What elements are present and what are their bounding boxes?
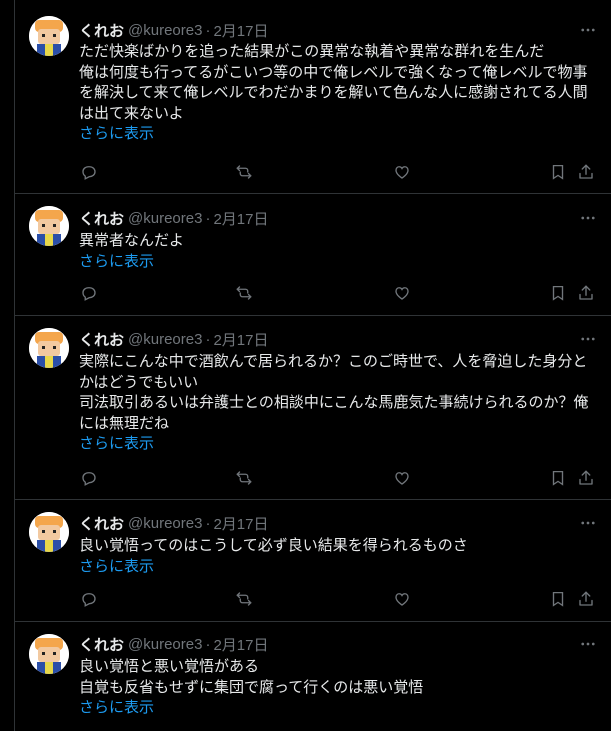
tweet-text-line: かはどうでもいい xyxy=(79,373,199,391)
share-icon[interactable] xyxy=(576,283,596,303)
like-icon[interactable] xyxy=(392,589,412,609)
separator: · xyxy=(205,21,211,39)
bookmark-icon[interactable] xyxy=(548,162,568,182)
share-icon[interactable] xyxy=(576,162,596,182)
tweet-text: 異常者なんだよ さらに表示 xyxy=(79,231,599,272)
tweet-text-line: ただ快楽ばかりを追った結果がこの異常な執着や異常な群れを生んだ xyxy=(79,43,545,60)
user-handle[interactable]: @kureore3 xyxy=(128,22,202,39)
show-more-link[interactable]: さらに表示 xyxy=(79,252,599,273)
avatar[interactable] xyxy=(29,16,69,56)
tweet-text-line: 異常者なんだよ xyxy=(79,232,185,249)
tweet[interactable]: くれお @kureore3 · 2月17日 異常者なんだよ さらに表示 xyxy=(15,194,611,316)
tweet-text-line: 良い覚悟ってのはこうして必ず良い結果を得られるものさ xyxy=(79,537,468,554)
tweet-header: くれお @kureore3 · 2月17日 xyxy=(79,329,268,349)
more-options-icon[interactable] xyxy=(578,208,598,228)
user-handle[interactable]: @kureore3 xyxy=(128,331,202,348)
more-options-icon[interactable] xyxy=(578,513,598,533)
tweet-date[interactable]: 2月17日 xyxy=(213,208,268,229)
show-more-link[interactable]: さらに表示 xyxy=(79,698,599,719)
more-options-icon[interactable] xyxy=(578,634,598,654)
tweet-text-line: 実際にこんな中で酒飲んで居られるか？このご時世で、人を脅迫した身分と xyxy=(79,353,588,370)
tweet-header: くれお @kureore3 · 2月17日 xyxy=(79,513,268,533)
user-handle[interactable]: @kureore3 xyxy=(128,210,202,227)
retweet-icon[interactable] xyxy=(234,283,254,303)
tweet[interactable]: くれお @kureore3 · 2月17日 ただ快楽ばかりを追った結果がこの異常… xyxy=(15,0,611,194)
reply-icon[interactable] xyxy=(79,589,99,609)
bookmark-icon[interactable] xyxy=(548,468,568,488)
tweet-header: くれお @kureore3 · 2月17日 xyxy=(79,634,268,654)
tweet-text-line: 自覚も反省もせずに集団で腐って行くのは悪い覚悟 xyxy=(79,678,424,696)
tweet-text-line: 司法取引あるいは弁護士との相談中にこんな馬鹿気た事続けられるのか？俺 xyxy=(79,394,589,411)
retweet-icon[interactable] xyxy=(234,589,254,609)
tweet-text: ただ快楽ばかりを追った結果がこの異常な執着や異常な群れを生んだ 俺は何度も行って… xyxy=(79,42,599,145)
tweet-text-line: を解決して来て俺レベルでわだかまりを解いて色んな人に感謝されてる人間 xyxy=(79,84,588,101)
tweet-actions xyxy=(79,589,606,609)
tweet-text: 良い覚悟ってのはこうして必ず良い結果を得られるものさ さらに表示 xyxy=(79,536,599,577)
user-handle[interactable]: @kureore3 xyxy=(128,636,202,653)
tweet-header: くれお @kureore3 · 2月17日 xyxy=(79,208,268,228)
like-icon[interactable] xyxy=(392,162,412,182)
tweet-text: 良い覚悟と悪い覚悟がある 自覚も反省もせずに集団で腐って行くのは悪い覚悟 さらに… xyxy=(79,657,599,719)
reply-icon[interactable] xyxy=(79,283,99,303)
bookmark-icon[interactable] xyxy=(548,589,568,609)
tweet-actions xyxy=(79,283,606,303)
tweet-header: くれお @kureore3 · 2月17日 xyxy=(79,20,268,40)
tweet-actions xyxy=(79,468,606,488)
avatar[interactable] xyxy=(29,634,69,674)
show-more-link[interactable]: さらに表示 xyxy=(79,124,599,145)
like-icon[interactable] xyxy=(392,468,412,488)
tweet-actions xyxy=(79,162,606,182)
like-icon[interactable] xyxy=(392,283,412,303)
bookmark-icon[interactable] xyxy=(548,283,568,303)
tweet-date[interactable]: 2月17日 xyxy=(213,634,268,655)
retweet-icon[interactable] xyxy=(234,162,254,182)
tweet-date[interactable]: 2月17日 xyxy=(213,329,268,350)
tweet-date[interactable]: 2月17日 xyxy=(213,513,268,534)
tweet[interactable]: くれお @kureore3 · 2月17日 良い覚悟と悪い覚悟がある 自覚も反省… xyxy=(15,622,611,731)
tweet-text-line: 俺は何度も行ってるがこいつ等の中で俺レベルで強くなって俺レベルで物事 xyxy=(79,63,588,81)
tweet-text: 実際にこんな中で酒飲んで居られるか？このご時世で、人を脅迫した身分と かはどうで… xyxy=(79,352,599,455)
display-name[interactable]: くれお xyxy=(79,329,124,350)
separator: · xyxy=(205,330,211,348)
display-name[interactable]: くれお xyxy=(79,634,124,655)
show-more-link[interactable]: さらに表示 xyxy=(79,557,599,578)
reply-icon[interactable] xyxy=(79,468,99,488)
retweet-icon[interactable] xyxy=(234,468,254,488)
avatar[interactable] xyxy=(29,512,69,552)
share-icon[interactable] xyxy=(576,468,596,488)
separator: · xyxy=(205,514,211,532)
tweet-text-line: は出て来ないよ xyxy=(79,104,184,122)
reply-icon[interactable] xyxy=(79,162,99,182)
share-icon[interactable] xyxy=(576,589,596,609)
avatar[interactable] xyxy=(29,328,69,368)
tweet[interactable]: くれお @kureore3 · 2月17日 良い覚悟ってのはこうして必ず良い結果… xyxy=(15,500,611,622)
timeline-feed: くれお @kureore3 · 2月17日 ただ快楽ばかりを追った結果がこの異常… xyxy=(14,0,611,731)
user-handle[interactable]: @kureore3 xyxy=(128,515,202,532)
display-name[interactable]: くれお xyxy=(79,208,124,229)
tweet[interactable]: くれお @kureore3 · 2月17日 実際にこんな中で酒飲んで居られるか？… xyxy=(15,316,611,500)
tweet-date[interactable]: 2月17日 xyxy=(213,20,268,41)
tweet-text-line: には無理だね xyxy=(79,414,170,432)
tweet-text-line: 良い覚悟と悪い覚悟がある xyxy=(79,658,260,675)
separator: · xyxy=(205,209,211,227)
more-options-icon[interactable] xyxy=(578,20,598,40)
separator: · xyxy=(205,635,211,653)
more-options-icon[interactable] xyxy=(578,329,598,349)
avatar[interactable] xyxy=(29,206,69,246)
show-more-link[interactable]: さらに表示 xyxy=(79,434,599,455)
display-name[interactable]: くれお xyxy=(79,513,124,534)
display-name[interactable]: くれお xyxy=(79,20,124,41)
